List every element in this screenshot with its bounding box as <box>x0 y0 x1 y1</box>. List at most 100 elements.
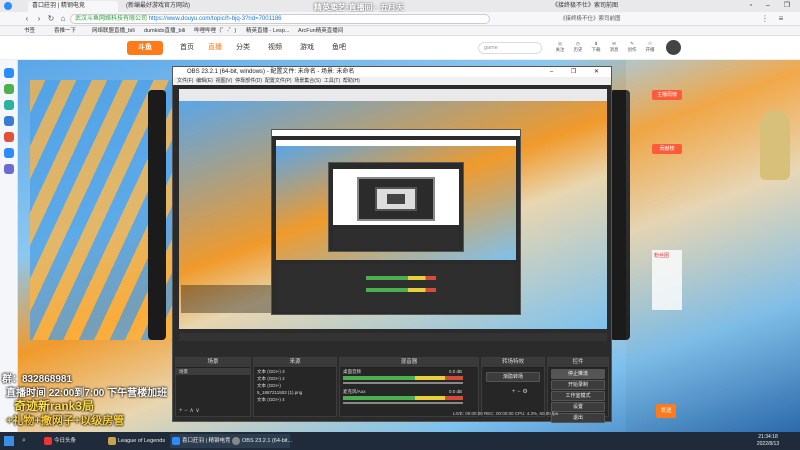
site-search-input[interactable]: game <box>478 42 542 54</box>
obs-menu-view[interactable]: 视图(V) <box>216 78 233 84</box>
source-item[interactable]: 文本 (GDI+) 2 <box>254 375 336 382</box>
header-icon-label: 历史 <box>573 47 583 52</box>
bookmark-item[interactable]: ArcFun精英直播间 <box>298 26 343 36</box>
nested-overlay-text <box>181 285 271 313</box>
app-icon <box>108 437 116 445</box>
controls-dock: 控件 停止推流 开始录制 工作室模式 设置 退出 <box>547 357 609 423</box>
bookmark-item[interactable]: 网络联盟直播_bili <box>92 26 135 36</box>
sidebar-app-icon[interactable] <box>4 116 14 126</box>
tab-label: 《接终极不仕》索司前图 <box>552 3 619 9</box>
obs-window-controls[interactable]: ‒ ❐ ✕ <box>550 67 607 77</box>
obs-menu-tools[interactable]: 工具(T) <box>324 78 340 84</box>
volume-slider[interactable] <box>343 382 463 384</box>
contribution-badge[interactable]: 贡献榜 <box>652 144 682 154</box>
transitions-dock-header: 转场特效 <box>482 358 544 368</box>
window-controls[interactable]: ▫ ‒ ❐ ✕ <box>744 0 800 21</box>
sidebar-app-icon[interactable] <box>4 84 14 94</box>
download-icon[interactable]: ⬇ 下载 <box>588 41 604 53</box>
history-icon[interactable]: ◷ 历史 <box>570 41 586 53</box>
volume-slider[interactable] <box>343 402 463 404</box>
taskbar-app-label: OBS 23.2.1 (64-bit... <box>242 438 293 444</box>
header-icon-label: 下载 <box>591 47 601 52</box>
header-icon-label: 消息 <box>609 47 619 52</box>
sidebar-app-icon[interactable] <box>4 132 14 142</box>
source-item[interactable]: 5_1887211502 (1).png <box>254 389 336 396</box>
nav-category[interactable]: 分类 <box>236 42 250 54</box>
sidebar-app-icon[interactable] <box>4 68 14 78</box>
obs-menu-scene-collection[interactable]: 场景集合(S) <box>294 78 321 84</box>
address-search-hint[interactable]: 《接终极不仕》索司前图 <box>560 14 710 24</box>
system-clock[interactable]: 21:34:18 2022/8/13 <box>740 434 796 448</box>
taskbar-app-label: League of Legends <box>118 438 166 444</box>
windows-start-icon[interactable] <box>4 436 14 446</box>
follow-icon[interactable]: ◎ 关注 <box>552 41 568 53</box>
nav-home[interactable]: 首页 <box>180 42 194 54</box>
nested-obs-window-3 <box>328 162 464 252</box>
start-recording-button[interactable]: 开始录制 <box>551 380 605 390</box>
site-logo[interactable]: 斗鱼 <box>127 41 163 55</box>
taskbar-app[interactable]: 今日头条 <box>42 434 106 448</box>
taskbar-app[interactable]: League of Legends <box>106 434 170 448</box>
sidebar-app-icon[interactable] <box>4 148 14 158</box>
obs-menu-file[interactable]: 文件(F) <box>177 78 193 84</box>
source-item[interactable]: 文本 (GDI+) 4 <box>254 396 336 403</box>
extensions-icon[interactable]: ⋮ <box>760 14 770 24</box>
fan-group-panel[interactable]: 粉丝团 <box>652 250 682 310</box>
app-icon <box>44 437 52 445</box>
nested-obs-docks-3 <box>333 229 459 249</box>
nested-obs-preview-4 <box>357 177 435 221</box>
bookmark-item[interactable]: 喜推一下 <box>54 26 76 36</box>
obs-scene-tabs <box>179 333 607 341</box>
obs-title-bar: OBS 23.2.1 (64-bit, windows) - 配置文件: 未命名… <box>173 67 611 77</box>
browser-tab-active[interactable]: 喜口莊羽 | 精钢电竞 <box>28 1 118 12</box>
forward-icon[interactable]: › <box>34 14 44 24</box>
transition-select[interactable]: 渐隐转场 <box>486 372 540 382</box>
broadcast-icon[interactable]: ☉ 开播 <box>642 41 658 53</box>
message-icon[interactable]: ✉ 消息 <box>606 41 622 53</box>
source-item[interactable]: 文本 (GDI+) <box>254 382 336 389</box>
menu-icon[interactable]: ≡ <box>776 14 786 24</box>
stream-background-art <box>30 80 190 340</box>
browser-tab[interactable]: (新编最好游戏官方网站) <box>122 1 222 12</box>
nav-video[interactable]: 视频 <box>268 42 282 54</box>
nav-fishbar[interactable]: 鱼吧 <box>332 42 346 54</box>
home-icon[interactable]: ⌂ <box>58 14 68 24</box>
taskbar-app-active[interactable]: OBS 23.2.1 (64-bit... <box>230 434 293 448</box>
bookmark-item[interactable]: 书签 <box>24 26 35 36</box>
create-icon[interactable]: ✎ 创作 <box>624 41 640 53</box>
sidebar-app-icon[interactable] <box>4 100 14 110</box>
mixer-channel-name: 桌面音频 <box>343 369 361 374</box>
rank-badge[interactable]: 主播周榜 <box>652 90 682 100</box>
obs-preview[interactable] <box>179 89 607 329</box>
obs-menu-profile[interactable]: 配置文件(P) <box>265 78 292 84</box>
search-icon[interactable]: ⌕ <box>22 437 26 445</box>
browser-tab[interactable]: 《接终极不仕》索司前图 <box>548 1 648 12</box>
obs-menu-edit[interactable]: 编辑(E) <box>196 78 213 84</box>
scenes-dock: 场景 场景 + − ∧ ∨ <box>175 357 251 417</box>
taskbar: ⌕ 今日头条 League of Legends 喜口莊羽 | 精钢电竞... … <box>0 432 800 450</box>
refresh-icon[interactable]: ↻ <box>46 14 56 24</box>
source-item[interactable]: 文本 (GDI+) 3 <box>254 368 336 375</box>
bookmark-item[interactable]: 哔哩哔哩（゜-゜) <box>194 26 236 36</box>
overlay-group-number: 群：832868981 <box>2 374 73 385</box>
back-icon[interactable]: ‹ <box>22 14 32 24</box>
sidebar-app-icon[interactable] <box>4 164 14 174</box>
bookmark-item[interactable]: dumkids直播_bili <box>144 26 185 36</box>
browser-logo-icon[interactable] <box>4 2 12 10</box>
studio-mode-button[interactable]: 工作室模式 <box>551 391 605 401</box>
bookmark-item[interactable]: 精英直播 - Lesp... <box>246 26 289 36</box>
avatar[interactable] <box>666 40 681 55</box>
tab-label: 喜口莊羽 | 精钢电竞 <box>32 3 85 9</box>
scene-item[interactable]: 场景 <box>176 368 250 375</box>
nav-games[interactable]: 游戏 <box>300 42 314 54</box>
send-button[interactable]: 发送 <box>656 404 676 418</box>
taskbar-app-active[interactable]: 喜口莊羽 | 精钢电竞... <box>170 434 235 448</box>
obs-menu-docks[interactable]: 停靠部件(D) <box>235 78 262 84</box>
scenes-dock-header: 场景 <box>176 358 250 368</box>
stop-streaming-button[interactable]: 停止推流 <box>551 369 605 379</box>
url-input[interactable]: 武汉斗鱼网络科技有限公司 https://www.douyu.com/topic… <box>70 14 490 24</box>
scene-add-remove-buttons[interactable]: + − ∧ ∨ <box>179 407 200 414</box>
obs-menu-help[interactable]: 帮助(H) <box>343 78 360 84</box>
nav-live[interactable]: 直播 <box>208 42 222 54</box>
transition-add-icon[interactable]: + − ⚙ <box>512 388 528 395</box>
